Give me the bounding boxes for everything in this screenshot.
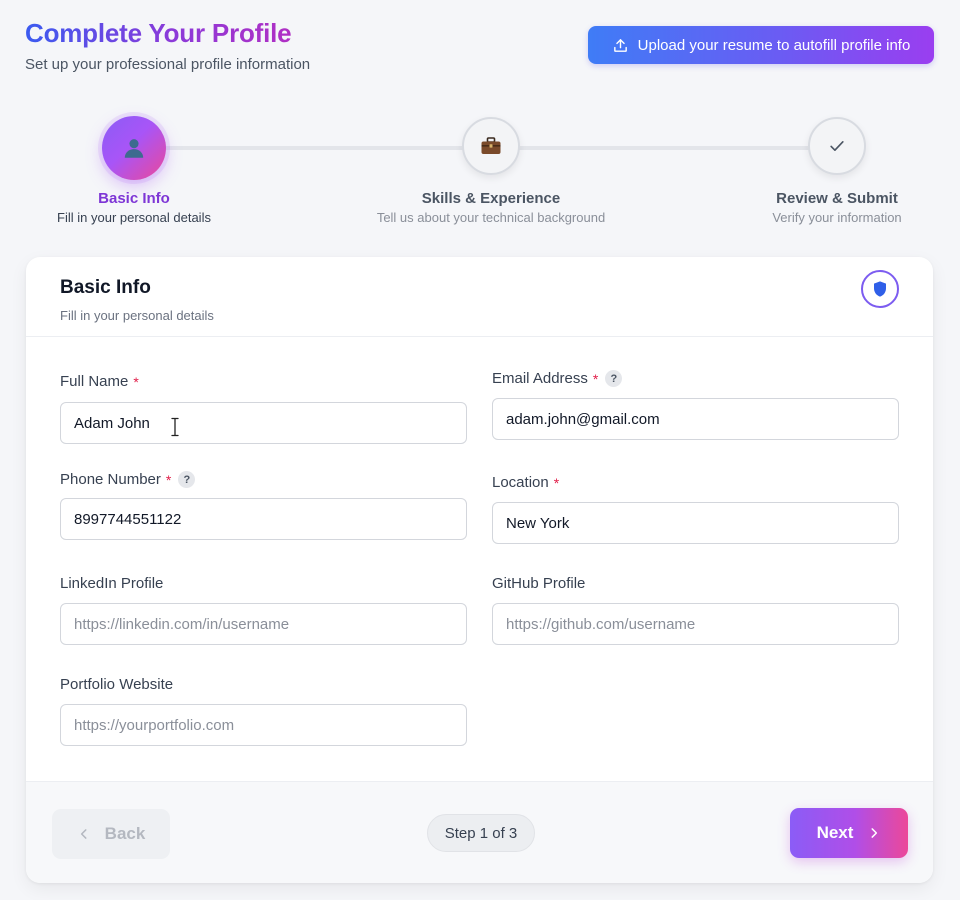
card-title: Basic Info (60, 277, 151, 298)
required-indicator: * (553, 474, 560, 491)
portfolio-label-text: Portfolio Website (60, 676, 174, 693)
card-footer: Back Step 1 of 3 Next (26, 781, 933, 883)
chevron-left-icon (77, 827, 91, 841)
shield-icon (872, 280, 888, 298)
check-icon (827, 136, 847, 156)
full-name-label: Full Name * (60, 373, 139, 390)
page-title: Complete Your Profile (25, 18, 292, 48)
text-cursor-icon (170, 417, 180, 437)
briefcase-icon (479, 134, 503, 158)
help-icon[interactable]: ? (605, 370, 623, 387)
linkedin-label: LinkedIn Profile (60, 575, 163, 592)
full-name-input[interactable] (60, 402, 467, 444)
linkedin-label-text: LinkedIn Profile (60, 575, 164, 592)
email-input[interactable] (492, 398, 899, 440)
email-label-text: Email Address (492, 370, 588, 387)
step-connector (160, 146, 466, 150)
card-subtitle: Fill in your personal details (60, 308, 214, 323)
upload-resume-button[interactable]: Upload your resume to autofill profile i… (588, 26, 934, 64)
next-label: Next (816, 823, 854, 842)
step-3-description: Verify your information (772, 210, 902, 225)
basic-info-card: Basic Info Fill in your personal details… (26, 257, 933, 883)
back-label: Back (104, 824, 146, 843)
portfolio-label: Portfolio Website (60, 676, 173, 693)
linkedin-input[interactable] (60, 603, 467, 645)
upload-icon (612, 37, 629, 54)
phone-input[interactable] (60, 498, 467, 540)
location-label-text: Location (492, 474, 549, 491)
github-label: GitHub Profile (492, 575, 585, 592)
location-label: Location * (492, 474, 559, 491)
step-indicator: Step 1 of 3 (427, 814, 535, 852)
phone-label-text: Phone Number (60, 471, 161, 488)
help-icon[interactable]: ? (178, 471, 196, 488)
step-3-title: Review & Submit (776, 190, 898, 207)
back-button[interactable]: Back (52, 809, 170, 859)
security-badge (861, 270, 899, 308)
step-3-indicator[interactable] (808, 117, 866, 175)
step-connector (516, 146, 810, 150)
required-indicator: * (133, 373, 139, 390)
email-label: Email Address * ? (492, 370, 623, 387)
upload-resume-label: Upload your resume to autofill profile i… (637, 36, 911, 54)
required-indicator: * (592, 370, 599, 387)
step-1-title: Basic Info (98, 190, 170, 207)
location-input[interactable] (492, 502, 899, 544)
portfolio-input[interactable] (60, 704, 467, 746)
github-input[interactable] (492, 603, 899, 645)
required-indicator: * (165, 471, 172, 488)
phone-label: Phone Number * ? (60, 471, 196, 488)
step-1-indicator[interactable] (102, 116, 166, 180)
step-2-description: Tell us about your technical background (376, 210, 606, 225)
next-button[interactable]: Next (790, 808, 908, 858)
step-2-indicator[interactable] (462, 117, 520, 175)
step-2-title: Skills & Experience (421, 190, 561, 207)
user-icon (121, 135, 147, 161)
chevron-right-icon (867, 826, 881, 840)
step-1-description: Fill in your personal details (57, 210, 211, 225)
github-label-text: GitHub Profile (492, 575, 586, 592)
card-header: Basic Info Fill in your personal details (26, 257, 933, 337)
full-name-label-text: Full Name (60, 373, 129, 390)
page-subtitle: Set up your professional profile informa… (25, 56, 311, 73)
